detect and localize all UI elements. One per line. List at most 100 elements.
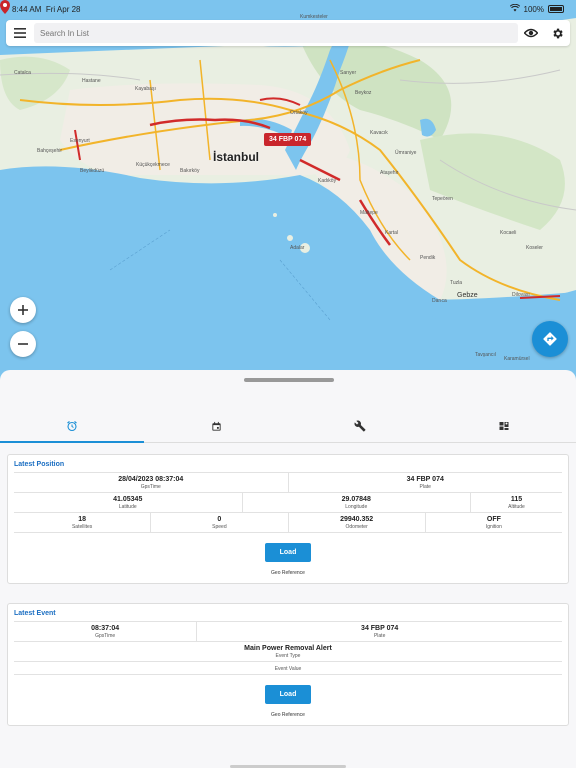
longitude-cell: 29.07848 Longitude [243, 493, 471, 512]
map-canvas [0, 0, 576, 380]
map-label: Hastane [82, 78, 101, 84]
map-icon [499, 422, 509, 430]
zoom-in-button[interactable] [10, 297, 36, 323]
map-label: Pendik [420, 255, 436, 261]
longitude-label: Longitude [345, 504, 368, 510]
tab-calendar[interactable] [144, 410, 288, 442]
tab-map-view[interactable] [432, 410, 576, 442]
gps-time-label: GpsTime [140, 484, 161, 490]
directions-icon [543, 332, 557, 346]
tab-latest-position[interactable] [0, 410, 144, 443]
bottom-sheet: Latest Position 28/04/2023 08:37:04 GpsT… [0, 370, 576, 768]
map-label: Catalca [14, 70, 31, 76]
map-label: Ortaköy [290, 110, 308, 116]
speed-value: 0 [217, 516, 222, 523]
map-label: Esenyurt [70, 138, 90, 144]
map-label: Darıca [432, 298, 447, 304]
vehicle-marker[interactable]: 34 FBP 074 [264, 133, 312, 146]
latest-position-title: Latest Position [14, 461, 65, 468]
zoom-out-button[interactable] [10, 331, 36, 357]
longitude-value: 29.07848 [341, 496, 371, 503]
map-label: Beylikdüzü [80, 168, 105, 174]
latitude-value: 41.05345 [113, 496, 143, 503]
odometer-label: Odometer [345, 524, 368, 530]
latest-event-title: Latest Event [14, 610, 56, 617]
event-type-label: Event Type [275, 653, 301, 659]
map-label: Sarıyer [340, 70, 357, 76]
ignition-cell: OFF Ignition [426, 513, 562, 532]
minus-icon [18, 343, 28, 345]
speed-label: Speed [212, 524, 227, 530]
odometer-value: 29940.352 [340, 516, 374, 523]
menu-icon[interactable] [6, 20, 34, 46]
event-plate-cell: 34 FBP 074 Plate [197, 622, 562, 641]
latest-position-card: Latest Position 28/04/2023 08:37:04 GpsT… [7, 454, 569, 584]
ignition-label: Ignition [485, 524, 502, 530]
geo-reference-label: Geo Reference [271, 570, 305, 576]
event-value-label: Event Value [274, 666, 302, 672]
gear-icon[interactable] [544, 20, 570, 46]
tab-bar [0, 410, 576, 443]
latitude-label: Latitude [118, 504, 137, 510]
gps-time-cell: 28/04/2023 08:37:04 GpsTime [14, 473, 289, 492]
info-row: Event Value [14, 661, 562, 674]
calendar-icon [211, 421, 221, 431]
odometer-cell: 29940.352 Odometer [289, 513, 426, 532]
map-label: Tepeören [432, 196, 453, 202]
altitude-value: 115 [510, 496, 523, 503]
search-input[interactable] [34, 23, 518, 43]
battery-percent: 100% [523, 4, 544, 14]
load-position-button[interactable]: Load [265, 543, 311, 562]
map-label: Küçükçekmece [136, 162, 170, 168]
info-row: Main Power Removal Alert Event Type [14, 641, 562, 661]
divider [14, 674, 562, 675]
directions-button[interactable] [532, 321, 568, 357]
ignition-value: OFF [486, 516, 501, 523]
wifi-icon [509, 3, 520, 14]
info-row: 28/04/2023 08:37:04 GpsTime 34 FBP 074 P… [14, 472, 562, 492]
event-time-cell: 08:37:04 GpsTime [14, 622, 198, 641]
status-date: Fri Apr 28 [45, 4, 81, 14]
event-type-value: Main Power Removal Alert [244, 645, 332, 652]
map-label: Maltepe [360, 210, 378, 216]
gps-time-value: 28/04/2023 08:37:04 [118, 476, 184, 483]
city-label: İstanbul [213, 150, 260, 164]
map-label: Bakırköy [180, 168, 200, 174]
info-row: 41.05345 Latitude 29.07848 Longitude 115… [14, 492, 562, 512]
eye-icon[interactable] [518, 20, 544, 46]
map-label: Tavşancıl [475, 352, 496, 358]
map-label: Ataşehir [380, 170, 399, 176]
satellites-cell: 18 Satellites [14, 513, 152, 532]
satellites-value: 18 [78, 516, 87, 523]
map-label: Kayabaşı [135, 86, 156, 92]
drag-handle[interactable] [244, 378, 334, 382]
latitude-cell: 41.05345 Latitude [14, 493, 243, 512]
tab-maintenance[interactable] [288, 410, 432, 442]
map-label: Kartal [385, 230, 399, 236]
plate-value: 34 FBP 074 [406, 476, 444, 483]
status-time: 8:44 AM [12, 4, 42, 14]
info-row: 18 Satellites 0 Speed 29940.352 Odometer… [14, 512, 562, 532]
divider [14, 532, 562, 533]
battery-icon [548, 5, 564, 13]
event-plate-value: 34 FBP 074 [361, 625, 399, 632]
satellites-label: Satellites [71, 524, 93, 530]
map-label: Kavacık [370, 130, 388, 136]
map-label: Kocaeli [500, 230, 517, 236]
plate-cell: 34 FBP 074 Plate [289, 473, 563, 492]
speed-cell: 0 Speed [151, 513, 289, 532]
event-type-cell: Main Power Removal Alert Event Type [14, 642, 562, 661]
map-label: Tuzla [450, 280, 463, 286]
plate-label: Plate [419, 484, 431, 490]
event-time-value: 08:37:04 [91, 625, 120, 632]
wrench-icon [354, 420, 366, 432]
map-label: Gebze [457, 292, 478, 299]
map-label: Beykoz [355, 90, 372, 96]
load-event-button[interactable]: Load [265, 685, 311, 704]
event-value-cell: Event Value [14, 662, 562, 674]
info-row: 08:37:04 GpsTime 34 FBP 074 Plate [14, 621, 562, 641]
map-label: Karamürsel [504, 356, 530, 362]
event-time-label: GpsTime [95, 633, 116, 639]
plus-icon [18, 305, 28, 315]
map-view[interactable]: Kumkesteler Catalca Hastane Kayabaşı Bey… [0, 0, 576, 380]
